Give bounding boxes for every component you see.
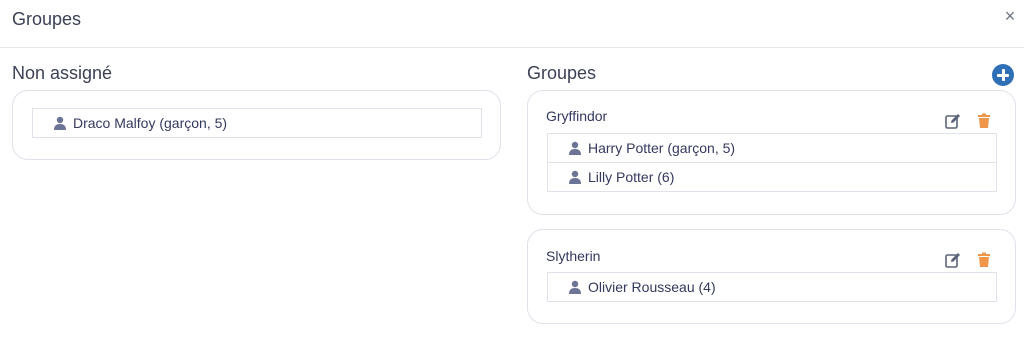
user-icon (569, 280, 581, 294)
trash-icon[interactable] (976, 113, 992, 129)
edit-icon[interactable] (945, 252, 961, 268)
close-icon[interactable]: × (1000, 6, 1020, 26)
modal-title: Groupes (12, 9, 82, 29)
member-item[interactable]: Lilly Potter (6) (547, 162, 997, 192)
member-label: Olivier Rousseau (4) (588, 279, 716, 295)
group-name: Gryffindor (546, 108, 608, 124)
edit-icon[interactable] (945, 113, 961, 129)
group-name: Slytherin (546, 248, 601, 264)
member-label: Draco Malfoy (garçon, 5) (73, 115, 228, 131)
groups-title: Groupes (527, 63, 597, 83)
modal-header: Groupes × (0, 0, 1024, 48)
user-icon (54, 116, 66, 130)
member-label: Lilly Potter (6) (588, 169, 675, 185)
unassigned-title: Non assigné (12, 63, 113, 83)
member-label: Harry Potter (garçon, 5) (588, 140, 736, 156)
user-icon (569, 170, 581, 184)
user-icon (569, 141, 581, 155)
trash-icon[interactable] (976, 252, 992, 268)
member-item[interactable]: Draco Malfoy (garçon, 5) (32, 108, 482, 138)
member-item[interactable]: Olivier Rousseau (4) (547, 272, 997, 302)
add-group-button[interactable] (992, 64, 1014, 86)
member-item[interactable]: Harry Potter (garçon, 5) (547, 133, 997, 163)
